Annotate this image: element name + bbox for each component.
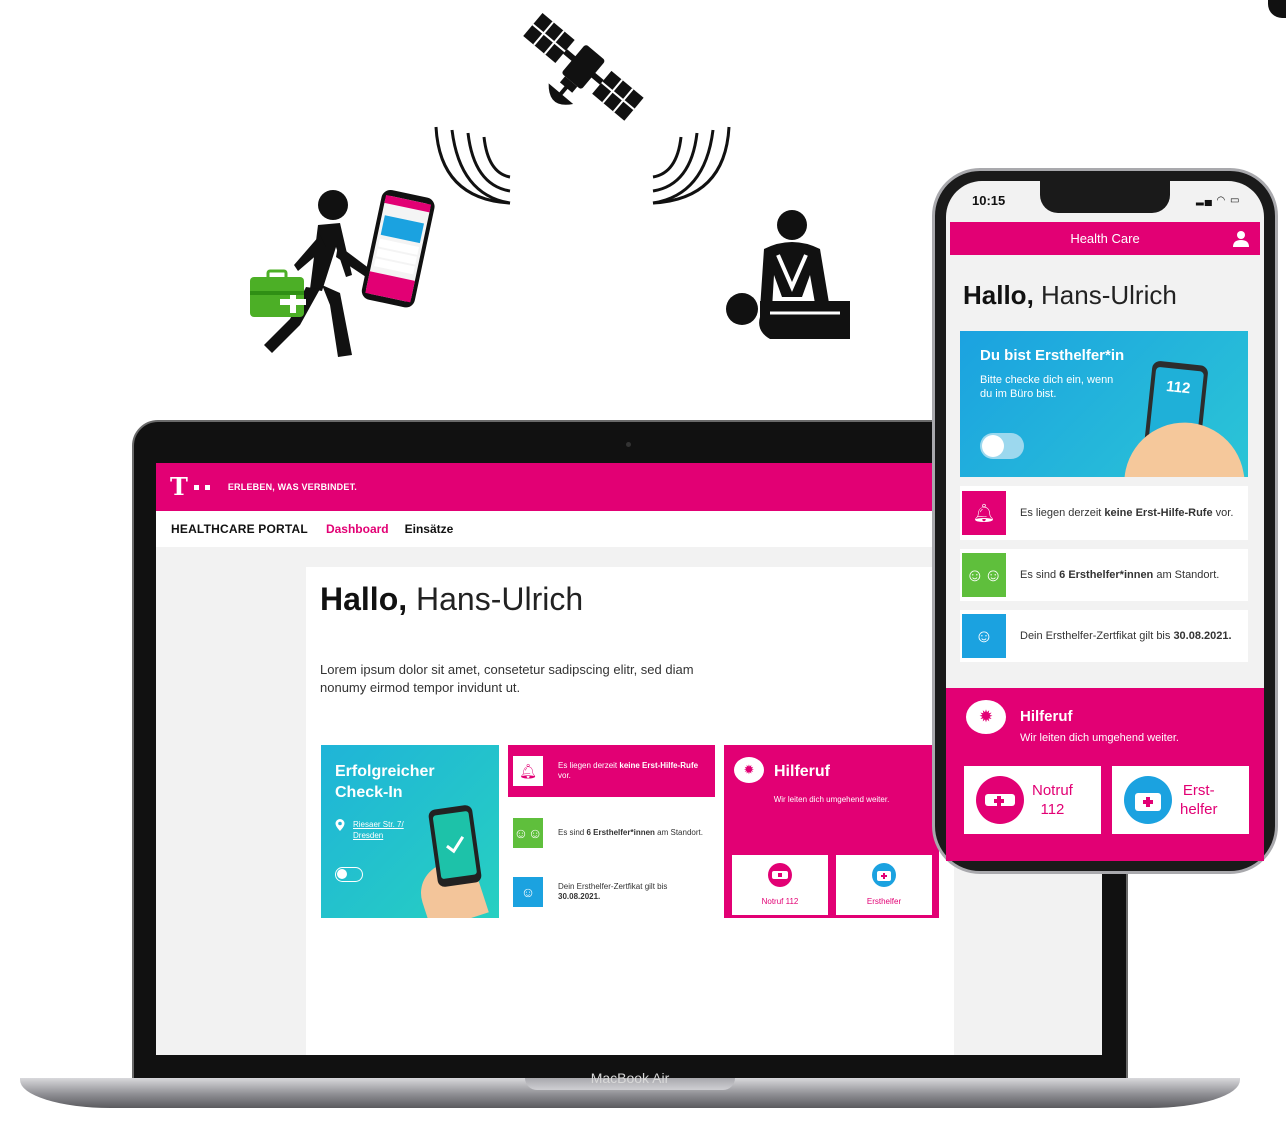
- person-with-phone-and-first-aid-kit-icon: [250, 189, 435, 357]
- hilferuf-title: Hilferuf: [774, 763, 830, 780]
- laptop-camera: [626, 442, 631, 447]
- people-icon: ☺☺: [962, 553, 1006, 597]
- alarm-light-icon: ✹: [734, 757, 764, 783]
- location-pin-icon: [335, 819, 345, 831]
- bell-icon: 🔔︎: [962, 491, 1006, 535]
- alarm-light-icon: ✹: [966, 700, 1006, 734]
- hilferuf-panel: ✹ Hilferuf Wir leiten dich umgehend weit…: [724, 745, 939, 918]
- info-icon-cell: 🔔︎: [508, 745, 548, 797]
- checkin-toggle[interactable]: [335, 867, 363, 882]
- info-icon-cell: ☺: [960, 610, 1008, 662]
- ersthelfer-button[interactable]: Erst- helfer: [1112, 766, 1249, 834]
- info-row-certificate[interactable]: ☺ Dein Ersthelfer-Zertfikat gilt bis 30.…: [508, 866, 715, 918]
- info-row-certificate[interactable]: ☺ Dein Ersthelfer-Zertfikat gilt bis 30.…: [960, 610, 1248, 662]
- logo-square: [204, 484, 210, 490]
- hilferuf-title: Hilferuf: [1020, 708, 1073, 725]
- signal-waves-left-icon: [434, 126, 511, 205]
- nav-item-einsaetze[interactable]: Einsätze: [405, 522, 454, 536]
- toggle-knob: [337, 869, 347, 879]
- phone-notch: [1040, 181, 1170, 213]
- checkin-tile[interactable]: Erfolgreicher Check-In Riesaer Str. 7/ D…: [321, 745, 499, 918]
- info-row-helpers[interactable]: ☺☺ Es sind 6 Ersthelfer*innen am Standor…: [508, 807, 715, 859]
- intro-text: Lorem ipsum dolor sit amet, consetetur s…: [320, 662, 694, 695]
- checkin-toggle[interactable]: [980, 433, 1024, 459]
- first-aid-kit-icon: [872, 863, 896, 887]
- greeting-name: Hans-Ulrich: [407, 581, 584, 617]
- info-icon-cell: ☺☺: [960, 549, 1008, 601]
- ambulance-icon: [976, 776, 1024, 824]
- info-text: Es sind 6 Ersthelfer*innen am Standort.: [558, 828, 703, 837]
- page-title: Hallo, Hans-Ulrich: [320, 581, 583, 618]
- laptop-model-label: MacBook Air: [590, 1070, 670, 1086]
- info-icon-cell: 🔔︎: [960, 486, 1008, 540]
- cpr-icon: [726, 210, 850, 339]
- ersthelfer-hero-card: Du bist Ersthelfer*in Bitte checke dich …: [960, 331, 1248, 477]
- portal-brand[interactable]: HEALTHCARE PORTAL: [171, 522, 308, 536]
- hilferuf-subtitle: Wir leiten dich umgehend weiter.: [773, 795, 890, 804]
- info-text: Es sind 6 Ersthelfer*innen am Standort.: [1020, 568, 1220, 581]
- people-icon: ☺☺: [513, 818, 543, 848]
- smiley-icon: ☺: [962, 614, 1006, 658]
- phone-112-number: 112: [1165, 377, 1192, 398]
- app-title: Health Care: [1070, 231, 1140, 246]
- notruf-label: Notruf 112: [761, 897, 799, 906]
- hilferuf-subtitle: Wir leiten dich umgehend weiter.: [1020, 732, 1179, 744]
- info-row-helpers[interactable]: ☺☺ Es sind 6 Ersthelfer*innen am Standor…: [960, 549, 1248, 601]
- notruf-112-button[interactable]: Notruf 112: [964, 766, 1101, 834]
- info-icon-cell: ☺☺: [508, 807, 548, 859]
- app-bar: Health Care: [950, 222, 1260, 255]
- info-text: Dein Ersthelfer-Zertfikat gilt bis 30.08…: [1020, 629, 1232, 642]
- checkmark-icon: [446, 836, 465, 854]
- greeting-bold: Hallo,: [320, 581, 408, 617]
- info-icon-cell: ☺: [508, 866, 548, 918]
- info-row-alerts[interactable]: 🔔︎ Es liegen derzeit keine Erst-Hilfe-Ru…: [508, 745, 715, 797]
- info-text: Es liegen derzeit keine Erst-Hilfe-Rufe …: [558, 761, 699, 780]
- hilferuf-panel: ✹ Hilferuf Wir leiten dich umgehend weit…: [946, 688, 1264, 861]
- phone-illustration: [427, 804, 483, 888]
- hero-subtitle: Bitte checke dich ein, wenn du im Büro b…: [980, 374, 1114, 400]
- corner-shape: [1268, 0, 1286, 18]
- nav-item-dashboard[interactable]: Dashboard: [326, 522, 389, 536]
- hand-illustration: [1114, 413, 1246, 477]
- address-line-2: Dresden: [353, 831, 384, 840]
- composition: T ERLEBEN, WAS VERBINDET. HEALTHCARE POR…: [0, 0, 1286, 1122]
- info-row-alerts[interactable]: 🔔︎ Es liegen derzeit keine Erst-Hilfe-Ru…: [960, 486, 1248, 540]
- telekom-logo[interactable]: T: [170, 475, 188, 499]
- phone-page-title: Hallo, Hans-Ulrich: [963, 280, 1177, 311]
- address-line-1: Riesaer Str. 7/: [353, 820, 404, 829]
- user-profile-icon[interactable]: [1232, 230, 1250, 248]
- phone-check-screen: [432, 810, 478, 880]
- logo-square: [193, 484, 199, 490]
- ersthelfer-button[interactable]: Ersthelfer: [836, 855, 932, 915]
- bell-icon: 🔔︎: [513, 756, 543, 786]
- notruf-button[interactable]: Notruf 112: [732, 855, 828, 915]
- greeting-bold: Hallo,: [963, 280, 1034, 310]
- info-text: Es liegen derzeit keine Erst-Hilfe-Rufe …: [1020, 506, 1234, 519]
- notruf-label: Notruf 112: [1032, 782, 1073, 818]
- toggle-knob: [982, 435, 1004, 457]
- checkin-address[interactable]: Riesaer Str. 7/ Dresden: [353, 819, 404, 841]
- info-text: Dein Ersthelfer-Zertfikat gilt bis 30.08…: [558, 882, 668, 901]
- satellite-icon: [523, 12, 644, 121]
- ersthelfer-label: Erst- helfer: [1180, 782, 1218, 818]
- ambulance-icon: [768, 863, 792, 887]
- first-aid-kit-icon: [1124, 776, 1172, 824]
- hero-title: Du bist Ersthelfer*in: [980, 347, 1125, 364]
- header-slogan: ERLEBEN, WAS VERBINDET.: [227, 482, 357, 492]
- status-icons: ▂▄ ◠ ▭: [1196, 195, 1241, 206]
- ersthelfer-label: Ersthelfer: [866, 897, 902, 906]
- smiley-icon: ☺: [513, 877, 543, 907]
- checkin-title: Erfolgreicher Check-In: [335, 763, 435, 801]
- status-time: 10:15: [972, 193, 1006, 208]
- signal-waves-right-icon: [652, 126, 731, 205]
- greeting-name: Hans-Ulrich: [1033, 280, 1177, 310]
